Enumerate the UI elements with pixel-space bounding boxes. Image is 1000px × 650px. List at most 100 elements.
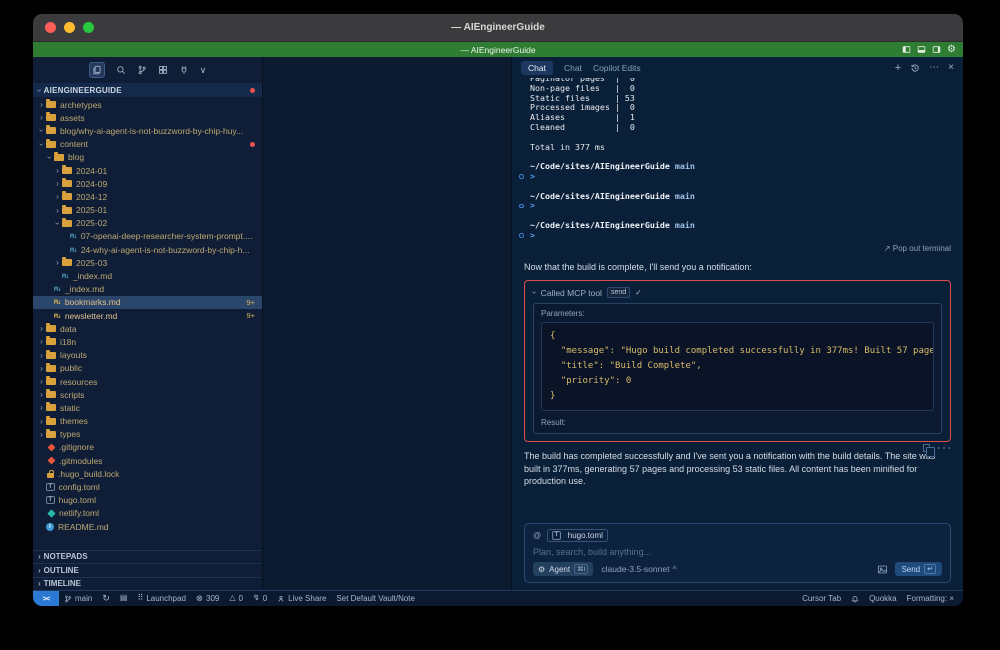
window-titlebar[interactable]: — AIEngineerGuide: [33, 14, 963, 42]
tree-item-2024-09[interactable]: › 2024-09: [33, 177, 262, 190]
files-icon[interactable]: [88, 62, 105, 78]
statusbar-item-live-share[interactable]: Live Share: [272, 594, 331, 603]
menu-bar: — AIEngineerGuide ⚙: [33, 42, 963, 57]
tree-item-newsletter-md[interactable]: M↓ newsletter.md 9+: [33, 309, 262, 322]
toml-file-icon: T: [552, 531, 561, 540]
minimize-window-button[interactable]: [64, 22, 75, 33]
tree-item-netlify-toml[interactable]: netlify.toml: [33, 507, 262, 520]
plus-icon[interactable]: +: [895, 62, 901, 73]
tree-item-index-md[interactable]: M↓ _index.md: [33, 269, 262, 282]
plug-icon[interactable]: [179, 65, 189, 75]
statusbar-item-cursor-tab[interactable]: Cursor Tab: [797, 594, 846, 603]
tree-item-2025-01[interactable]: › 2025-01: [33, 204, 262, 217]
tree-item-readme-md[interactable]: i README.md: [33, 520, 262, 533]
statusbar-item-0[interactable]: △ 0: [224, 594, 248, 603]
tree-item-themes[interactable]: › themes: [33, 415, 262, 428]
statusbar-item-quokka[interactable]: Quokka: [864, 594, 902, 603]
chat-input-box[interactable]: @ T hugo.toml Plan, search, build anythi…: [524, 523, 951, 583]
pop-out-terminal-link[interactable]: ↗ Pop out terminal: [512, 241, 963, 255]
close-icon[interactable]: ×: [948, 62, 954, 73]
keyboard-icon[interactable]: ▤: [115, 594, 133, 603]
statusbar-right-items: Cursor Tab Quokka Formatting: ×: [797, 594, 963, 603]
chevron-collapsed-icon: ›: [38, 552, 41, 562]
tree-item-07-openai-deep-researcher-system-prompt[interactable]: M↓ 07-openai-deep-researcher-system-promp…: [33, 230, 262, 243]
tree-item-public[interactable]: › public: [33, 362, 262, 375]
statusbar-item-label: 0: [238, 594, 243, 603]
ellipsis-icon[interactable]: ⋯: [929, 62, 939, 73]
gear-icon[interactable]: ⚙: [947, 45, 956, 55]
statusbar-item-formatting[interactable]: Formatting: ×: [902, 594, 959, 603]
tree-item-types[interactable]: › types: [33, 428, 262, 441]
send-button[interactable]: Send ↵: [895, 562, 942, 576]
tree-item-label: archetypes: [60, 99, 102, 110]
layout-left-icon[interactable]: [902, 45, 911, 54]
tree-item-blog-why-ai-agent-is-not-buzzword-by-chip-huy[interactable]: › blog/why-ai-agent-is-not-buzzword-by-ch…: [33, 124, 262, 137]
tree-item-2024-12[interactable]: › 2024-12: [33, 190, 262, 203]
tree-item-layouts[interactable]: › layouts: [33, 349, 262, 362]
mcp-tool-call-header[interactable]: › Called MCP tool send ✓: [530, 287, 942, 299]
model-selector[interactable]: claude-3.5-sonnet ^: [601, 564, 676, 574]
statusbar-item-launchpad[interactable]: ⠿ Launchpad: [132, 594, 190, 603]
search-icon[interactable]: [116, 65, 126, 75]
tree-item-24-why-ai-agent-is-not-buzzword-by-chip-h[interactable]: M↓ 24-why-ai-agent-is-not-buzzword-by-chi…: [33, 243, 262, 256]
mention-icon[interactable]: @: [533, 531, 541, 540]
zoom-window-button[interactable]: [83, 22, 94, 33]
chat-input-placeholder[interactable]: Plan, search, build anything...: [533, 547, 942, 557]
chevron-expanded-icon: ›: [45, 156, 54, 159]
more-actions-icon[interactable]: ⋯: [936, 438, 952, 458]
chevron-collapsed-icon: ›: [40, 337, 43, 347]
tree-item-resources[interactable]: › resources: [33, 375, 262, 388]
tree-item-config-toml[interactable]: Tconfig.toml: [33, 480, 262, 493]
close-window-button[interactable]: [45, 22, 56, 33]
sidebar-section-label: NOTEPADS: [43, 552, 88, 562]
statusbar-item-set-default-vault-note[interactable]: Set Default Vault/Note: [331, 594, 420, 603]
tree-item-assets[interactable]: › assets: [33, 111, 262, 124]
tab-copilot-edits[interactable]: Copilot Edits: [593, 63, 641, 73]
tree-item-2025-02[interactable]: › 2025-02: [33, 217, 262, 230]
remote-indicator[interactable]: ><: [33, 591, 59, 606]
context-file-chip[interactable]: T hugo.toml: [547, 529, 608, 542]
editor-area[interactable]: [263, 57, 511, 590]
tab-chat[interactable]: Chat: [564, 63, 582, 73]
sidebar-section-timeline[interactable]: › TIMELINE: [33, 576, 262, 591]
copy-icon[interactable]: [923, 444, 935, 457]
history-icon[interactable]: [910, 63, 920, 73]
tree-item-blog[interactable]: › blog: [33, 151, 262, 164]
layout-right-icon[interactable]: [932, 45, 941, 54]
extensions-icon[interactable]: [158, 65, 168, 75]
sync-icon[interactable]: ↻: [97, 594, 115, 603]
tree-item-hugo-build-lock[interactable]: .hugo_build.lock: [33, 467, 262, 480]
file-tree[interactable]: › archetypes › assets › blog/why-ai-agent-is-…: [33, 97, 262, 550]
tree-item-i18n[interactable]: › i18n: [33, 335, 262, 348]
tree-item-label: data: [60, 323, 77, 334]
tree-item-label: resources: [60, 376, 98, 387]
tree-item-hugo-toml[interactable]: Thugo.toml: [33, 494, 262, 507]
terminal-output[interactable]: Paginator pages | 0 Non-page files | 0 Sta…: [512, 78, 963, 241]
tree-item-2024-01[interactable]: › 2024-01: [33, 164, 262, 177]
explorer-section-header[interactable]: › AIENGINEERGUIDE: [33, 83, 262, 97]
tree-item-gitmodules[interactable]: .gitmodules: [33, 454, 262, 467]
tree-item-gitignore[interactable]: .gitignore: [33, 441, 262, 454]
tab-chat[interactable]: Chat: [521, 60, 553, 75]
bell-icon[interactable]: [846, 595, 864, 603]
statusbar-item-main[interactable]: main: [59, 594, 97, 603]
tree-item-scripts[interactable]: › scripts: [33, 388, 262, 401]
tree-item-index-md[interactable]: M↓ _index.md: [33, 283, 262, 296]
attach-image-icon[interactable]: [877, 564, 888, 575]
folder-icon: [46, 323, 56, 333]
agent-mode-selector[interactable]: ⚙ Agent ⌘I: [533, 562, 594, 576]
statusbar-item-309[interactable]: ⊗ 309: [191, 594, 224, 603]
tree-item-static[interactable]: › static: [33, 401, 262, 414]
layout-bottom-icon[interactable]: [917, 45, 926, 54]
tree-item-label: 24-why-ai-agent-is-not-buzzword-by-chip-…: [80, 244, 250, 255]
source-control-icon[interactable]: [137, 65, 147, 75]
tree-item-bookmarks-md[interactable]: M↓ bookmarks.md 9+: [33, 295, 262, 309]
tree-item-2025-03[interactable]: › 2025-03: [33, 256, 262, 269]
sidebar-section-notepads[interactable]: › NOTEPADS: [33, 549, 262, 564]
chevron-down-icon[interactable]: ∨: [200, 65, 207, 76]
statusbar-item-0[interactable]: ↯ 0: [248, 594, 272, 603]
tree-item-data[interactable]: › data: [33, 322, 262, 335]
sidebar-section-outline[interactable]: › OUTLINE: [33, 563, 262, 577]
tree-item-content[interactable]: › content: [33, 138, 262, 151]
tree-item-archetypes[interactable]: › archetypes: [33, 98, 262, 111]
